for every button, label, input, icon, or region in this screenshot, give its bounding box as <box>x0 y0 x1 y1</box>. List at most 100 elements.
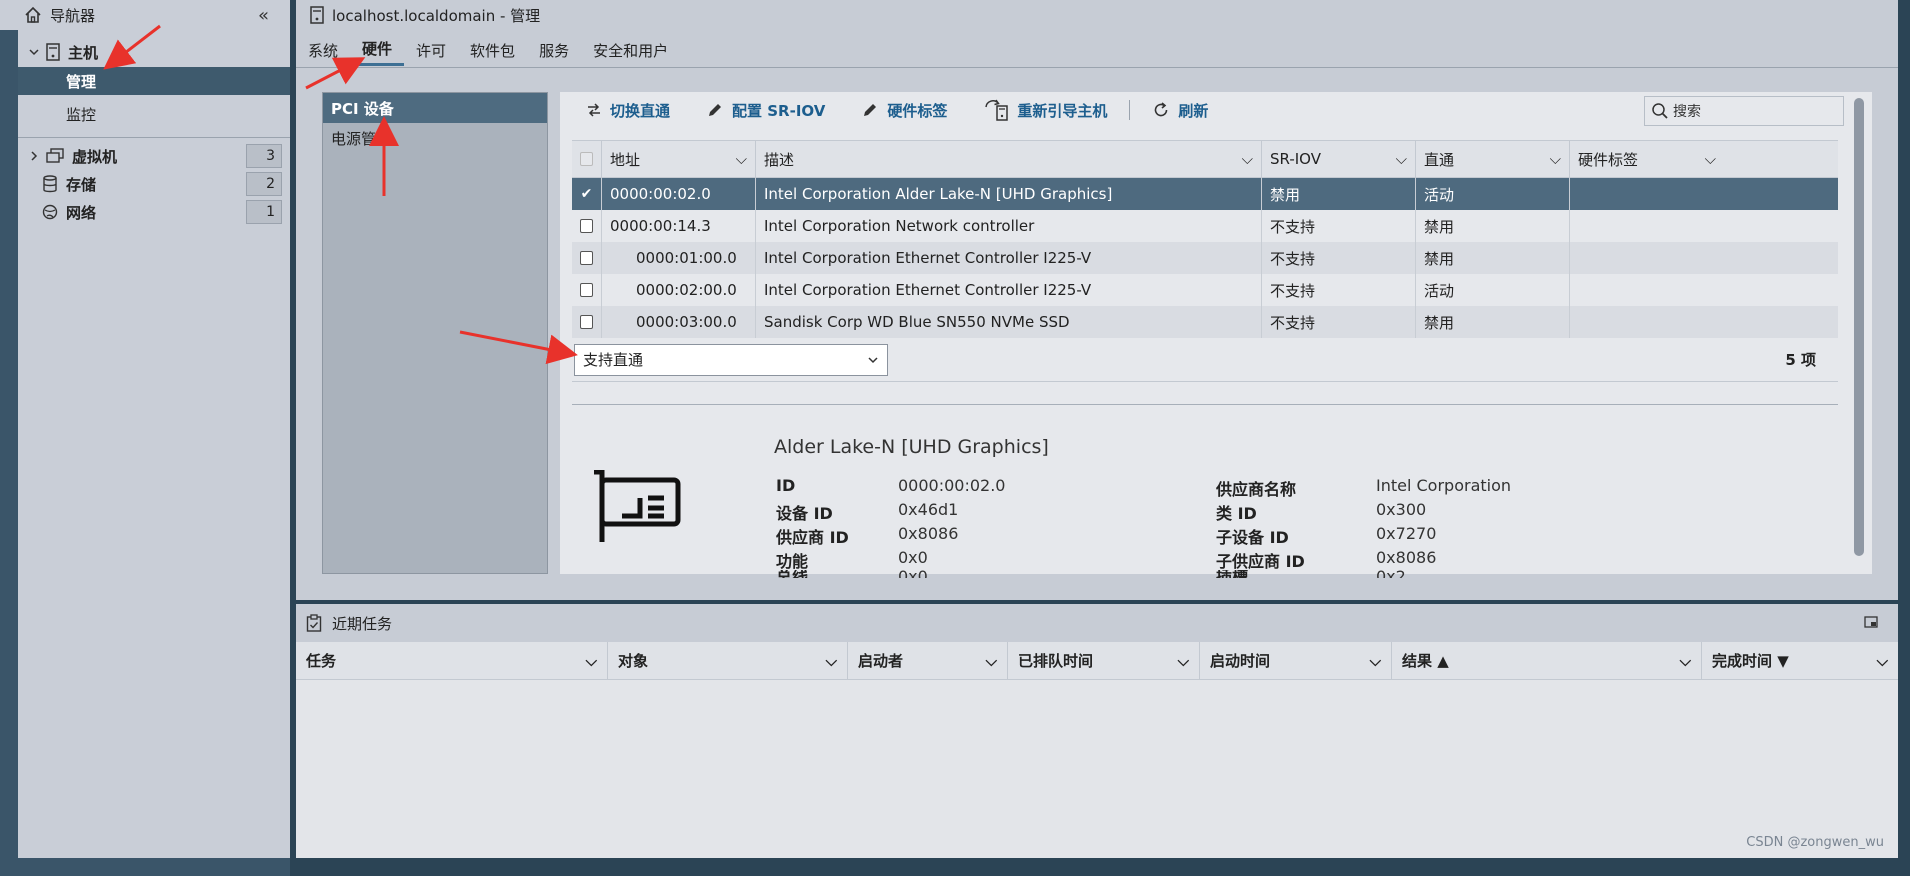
nav-network-label: 网络 <box>66 203 97 222</box>
chevron-down-icon[interactable]: ⌵ <box>1242 150 1253 168</box>
configure-sriov-button[interactable]: 配置 SR-IOV <box>706 100 825 121</box>
watermark: CSDN @zongwen_wu <box>1746 835 1884 850</box>
chevron-down-icon[interactable]: ⌵ <box>586 652 597 670</box>
details-divider <box>572 404 1838 405</box>
detail-value: 0x46d1 <box>898 500 959 519</box>
row-checkbox[interactable] <box>572 210 602 242</box>
passthrough-filter-dropdown[interactable]: 支持直通 <box>574 343 888 376</box>
row-checkbox[interactable] <box>572 274 602 306</box>
nav-storage[interactable]: 存储 2 <box>18 170 290 198</box>
nav-monitor[interactable]: 监控 <box>18 100 290 128</box>
refresh-icon <box>1152 101 1170 119</box>
maximize-icon[interactable] <box>1864 616 1878 628</box>
chevron-down-icon[interactable]: ⌵ <box>1178 652 1189 670</box>
chevron-down-icon[interactable]: ⌵ <box>1370 652 1381 670</box>
table-row[interactable]: 0000:02:00.0 Intel Corporation Ethernet … <box>572 274 1838 306</box>
column-passthrough[interactable]: 直通 ⌵ <box>1416 141 1570 177</box>
storage-count-badge: 2 <box>246 172 282 196</box>
tab-hardware[interactable]: 硬件 <box>350 34 405 66</box>
chevron-down-icon[interactable]: ⌵ <box>1877 652 1888 670</box>
reboot-host-icon <box>983 99 1009 121</box>
detail-label: 子供应商 ID <box>1216 552 1305 571</box>
collapse-icon[interactable]: « <box>258 5 269 26</box>
menu-pci-devices[interactable]: PCI 设备 <box>323 93 547 123</box>
table-row[interactable]: 0000:03:00.0 Sandisk Corp WD Blue SN550 … <box>572 306 1838 338</box>
column-queued-time[interactable]: 已排队时间 ⌵ <box>1008 642 1200 679</box>
detail-value: 0x8086 <box>1376 548 1437 567</box>
chevron-down-icon[interactable]: ⌵ <box>1680 652 1691 670</box>
row-checkbox[interactable] <box>572 242 602 274</box>
nav-vms[interactable]: 虚拟机 3 <box>18 142 290 170</box>
tab-services[interactable]: 服务 <box>527 34 581 66</box>
cell-sriov: 禁用 <box>1262 178 1416 210</box>
column-queued-time-label: 已排队时间 <box>1018 652 1094 670</box>
manage-window: localhost.localdomain - 管理 系统 硬件 许可 软件包 … <box>296 0 1898 600</box>
network-count-badge: 1 <box>246 200 282 224</box>
detail-label: 插槽 <box>1216 570 1248 578</box>
nav-storage-label: 存储 <box>66 175 97 194</box>
cell-passthrough: 禁用 <box>1416 242 1570 274</box>
recent-tasks-header: 近期任务 <box>296 604 1898 642</box>
navigator-title: 导航器 <box>50 6 96 25</box>
toggle-passthrough-button[interactable]: 切换直通 <box>586 100 670 121</box>
tab-packages[interactable]: 软件包 <box>458 34 527 66</box>
column-target[interactable]: 对象 ⌵ <box>608 642 848 679</box>
detail-value: 0000:00:02.0 <box>898 476 1006 495</box>
table-row[interactable]: ✔ 0000:00:02.0 Intel Corporation Alder L… <box>572 178 1838 210</box>
nav-manage[interactable]: 管理 <box>18 67 290 95</box>
menu-power-management[interactable]: 电源管理 <box>323 123 547 153</box>
recent-tasks-panel: 近期任务 任务 ⌵ 对象 ⌵ 启动者 ⌵ 已排队时间 ⌵ 启动时间 ⌵ 结果 ▲ ⌵ 完成时… <box>296 604 1898 858</box>
tab-license[interactable]: 许可 <box>404 34 458 66</box>
cell-description: Intel Corporation Ethernet Controller I2… <box>756 242 1262 274</box>
column-initiator-label: 启动者 <box>858 652 904 670</box>
chevron-down-icon[interactable]: ⌵ <box>1550 150 1561 168</box>
navigator-sidebar: 导航器 « 主机 管理 监控 虚拟机 3 存储 2 网络 1 <box>0 0 290 876</box>
hardware-label-button[interactable]: 硬件标签 <box>861 100 947 121</box>
nav-host[interactable]: 主机 <box>18 38 290 66</box>
vertical-scrollbar[interactable] <box>1854 98 1864 556</box>
chevron-right-icon[interactable] <box>28 150 40 162</box>
chevron-down-icon[interactable]: ⌵ <box>986 652 997 670</box>
home-icon[interactable] <box>24 6 42 24</box>
row-checkbox[interactable] <box>572 306 602 338</box>
column-description[interactable]: 描述 ⌵ <box>756 141 1262 177</box>
column-completion-time-label: 完成时间 ▼ <box>1712 652 1789 670</box>
hardware-label-text: 硬件标签 <box>887 101 948 120</box>
refresh-button[interactable]: 刷新 <box>1152 100 1208 121</box>
column-address[interactable]: 地址 ⌵ <box>602 141 756 177</box>
cell-address: 0000:00:02.0 <box>602 178 756 210</box>
search-input[interactable]: 搜索 <box>1644 96 1844 126</box>
cell-description: Intel Corporation Network controller <box>756 210 1262 242</box>
column-result[interactable]: 结果 ▲ ⌵ <box>1392 642 1702 679</box>
cell-passthrough: 禁用 <box>1416 210 1570 242</box>
storage-icon <box>42 175 58 193</box>
detail-label: 供应商 ID <box>776 528 849 547</box>
row-checkbox[interactable]: ✔ <box>572 178 602 210</box>
select-all-checkbox[interactable] <box>572 141 602 177</box>
chevron-down-icon[interactable] <box>28 46 40 58</box>
tab-security-users[interactable]: 安全和用户 <box>581 34 680 66</box>
chevron-down-icon[interactable]: ⌵ <box>736 150 747 168</box>
cell-description: Intel Corporation Ethernet Controller I2… <box>756 274 1262 306</box>
column-start-time[interactable]: 启动时间 ⌵ <box>1200 642 1392 679</box>
column-start-time-label: 启动时间 <box>1210 652 1271 670</box>
column-completion-time[interactable]: 完成时间 ▼ ⌵ <box>1702 642 1898 679</box>
tab-system[interactable]: 系统 <box>296 34 350 66</box>
refresh-label: 刷新 <box>1178 101 1209 120</box>
search-placeholder: 搜索 <box>1673 104 1701 120</box>
reboot-host-button[interactable]: 重新引导主机 <box>983 99 1107 121</box>
column-task[interactable]: 任务 ⌵ <box>296 642 608 679</box>
navigator-panel <box>18 0 290 858</box>
column-hardware-label[interactable]: 硬件标签 ⌵ <box>1570 141 1724 177</box>
nav-network[interactable]: 网络 1 <box>18 198 290 226</box>
cell-sriov: 不支持 <box>1262 306 1416 338</box>
column-sriov[interactable]: SR-IOV ⌵ <box>1262 141 1416 177</box>
chevron-down-icon[interactable]: ⌵ <box>1705 150 1716 168</box>
cell-address: 0000:02:00.0 <box>602 274 756 306</box>
column-hardware-label-label: 硬件标签 <box>1578 150 1639 169</box>
table-row[interactable]: 0000:01:00.0 Intel Corporation Ethernet … <box>572 242 1838 274</box>
table-row[interactable]: 0000:00:14.3 Intel Corporation Network c… <box>572 210 1838 242</box>
chevron-down-icon[interactable]: ⌵ <box>826 652 837 670</box>
chevron-down-icon[interactable]: ⌵ <box>1396 150 1407 168</box>
column-initiator[interactable]: 启动者 ⌵ <box>848 642 1008 679</box>
